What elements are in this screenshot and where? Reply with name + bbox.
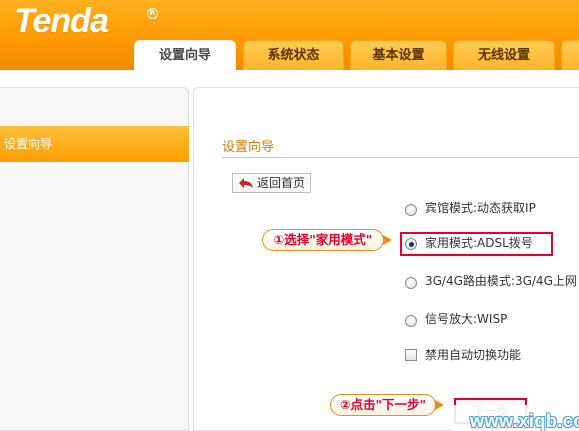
tab-more[interactable] — [561, 40, 579, 70]
tab-wireless-settings[interactable]: 无线设置 — [453, 40, 555, 70]
header-bar: Tenda R 设置向导 系统状态 基本设置 无线设置 — [0, 0, 579, 70]
checkbox-disable-auto-switch[interactable] — [405, 349, 417, 361]
tab-setup-wizard[interactable]: 设置向导 — [134, 40, 236, 70]
callout-step-2-text: ②点击"下一步" — [339, 397, 427, 412]
registered-mark-icon: R — [147, 8, 158, 19]
option-label-wisp-mode: 信号放大:WISP — [425, 312, 508, 326]
callout-arrow-icon — [435, 400, 444, 410]
site-watermark: www.xiqb.com — [470, 411, 579, 431]
sidebar: 设置向导 — [0, 87, 189, 431]
radio-3g4g-mode[interactable] — [405, 277, 417, 289]
tab-basic-settings[interactable]: 基本设置 — [350, 40, 447, 70]
option-label-home-mode: 家用模式:ADSL拨号 — [425, 236, 533, 250]
radio-home-mode[interactable] — [405, 238, 417, 250]
option-label-3g4g-mode: 3G/4G路由模式:3G/4G上网 — [425, 274, 577, 288]
callout-arrow-icon — [383, 235, 392, 245]
back-arrow-icon — [239, 178, 253, 188]
title-divider — [222, 157, 579, 158]
callout-step-1-text: ①选择"家用模式" — [273, 232, 373, 247]
page-title: 设置向导 — [222, 140, 275, 155]
option-label-hotel-mode: 宾馆模式:动态获取IP — [425, 201, 536, 215]
sidebar-item-label: 设置向导 — [4, 137, 53, 151]
tenda-logo: Tenda — [14, 2, 109, 40]
sidebar-item-setup-wizard[interactable]: 设置向导 — [0, 126, 189, 162]
option-label-disable-auto-switch: 禁用自动切换功能 — [425, 348, 522, 362]
callout-step-2: ②点击"下一步" — [330, 394, 444, 416]
callout-step-1: ①选择"家用模式" — [262, 229, 392, 251]
back-home-button[interactable]: 返回首页 — [232, 173, 311, 193]
radio-hotel-mode[interactable] — [405, 204, 417, 216]
back-home-label: 返回首页 — [257, 176, 306, 190]
radio-wisp-mode[interactable] — [405, 315, 417, 327]
tab-system-status[interactable]: 系统状态 — [243, 40, 344, 70]
